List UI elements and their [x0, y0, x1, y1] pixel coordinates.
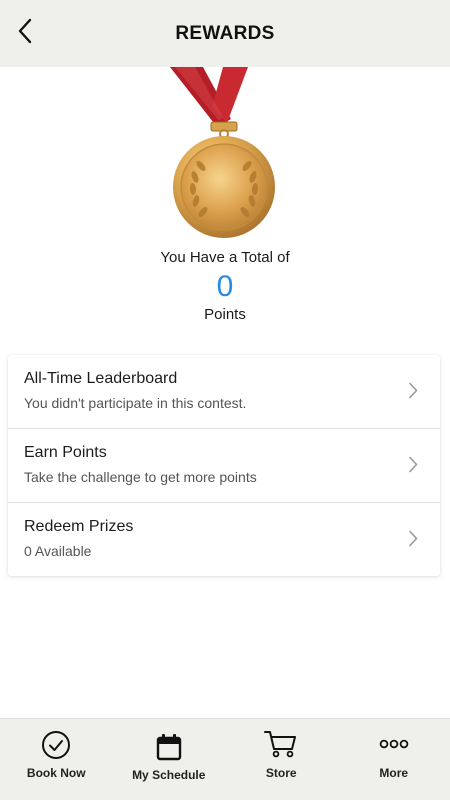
leaderboard-row[interactable]: All-Time Leaderboard You didn't particip… — [8, 355, 440, 428]
row-subtitle: 0 Available — [24, 543, 92, 559]
page-title: REWARDS — [175, 22, 275, 44]
chevron-left-icon — [18, 18, 32, 44]
points-label: Points — [204, 306, 246, 323]
rewards-menu-card: All-Time Leaderboard You didn't particip… — [8, 355, 440, 576]
chevron-right-icon — [409, 530, 418, 547]
redeem-prizes-row[interactable]: Redeem Prizes 0 Available — [8, 502, 440, 575]
tab-my-schedule[interactable]: My Schedule — [113, 719, 226, 800]
medal-image — [0, 67, 450, 242]
top-bar: REWARDS — [0, 0, 450, 67]
tab-label: Book Now — [26, 766, 86, 780]
tab-label: Store — [265, 766, 297, 780]
tab-more[interactable]: More — [338, 719, 450, 800]
earn-points-row[interactable]: Earn Points Take the challenge to get mo… — [8, 428, 440, 501]
row-title: Redeem Prizes — [24, 518, 134, 535]
bottom-tab-bar: Book Now My Schedule Store More — [0, 718, 450, 800]
calendar-icon — [156, 734, 181, 761]
row-title: All-Time Leaderboard — [24, 370, 178, 387]
tab-label: More — [379, 766, 409, 780]
check-circle-icon — [42, 731, 71, 759]
tab-label: My Schedule — [132, 768, 206, 782]
chevron-right-icon — [409, 382, 418, 399]
tab-book-now[interactable]: Book Now — [0, 719, 113, 800]
row-title: Earn Points — [24, 444, 107, 461]
more-dots-icon — [379, 739, 409, 749]
tab-store[interactable]: Store — [225, 719, 338, 800]
back-button[interactable] — [14, 16, 36, 46]
chevron-right-icon — [409, 456, 418, 473]
cart-icon — [264, 731, 297, 758]
points-value: 0 — [216, 270, 234, 303]
row-subtitle: You didn't participate in this contest. — [24, 395, 247, 411]
row-subtitle: Take the challenge to get more points — [24, 469, 257, 485]
total-label: You Have a Total of — [160, 249, 290, 266]
